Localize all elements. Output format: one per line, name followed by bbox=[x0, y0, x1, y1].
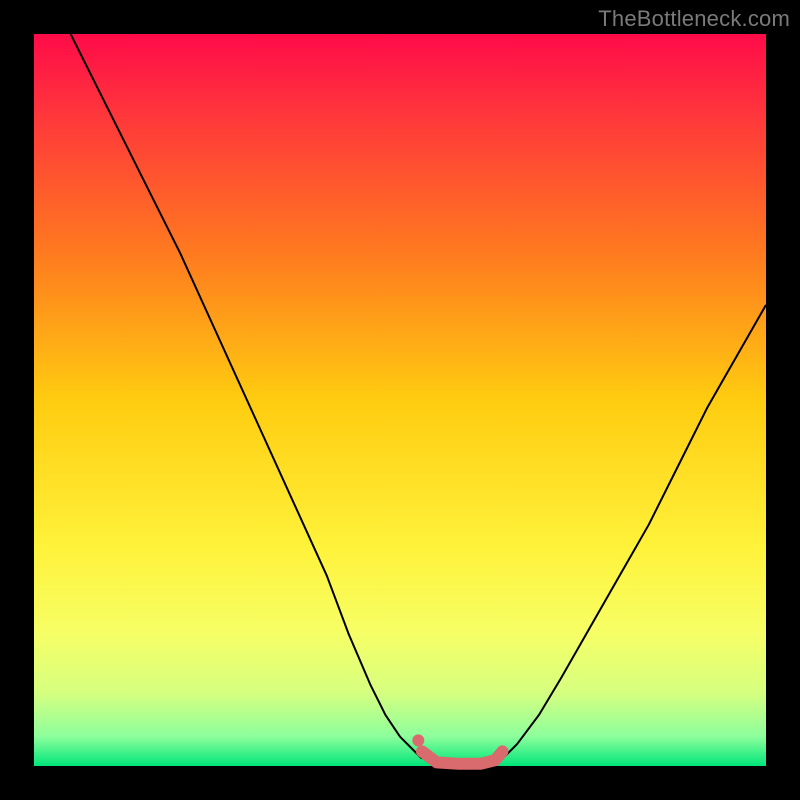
plot-background bbox=[34, 34, 766, 766]
chart-stage: TheBottleneck.com bbox=[0, 0, 800, 800]
valley-start-dot bbox=[412, 734, 424, 746]
bottleneck-chart bbox=[0, 0, 800, 800]
watermark-text: TheBottleneck.com bbox=[598, 6, 790, 32]
